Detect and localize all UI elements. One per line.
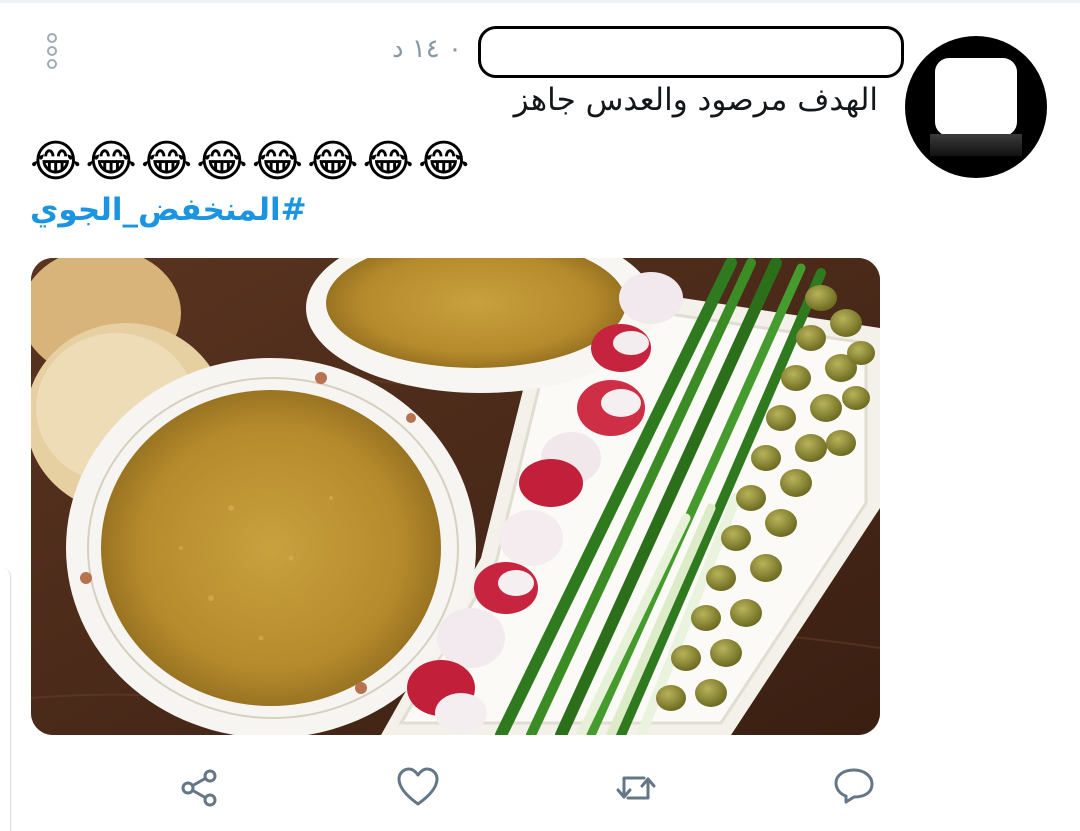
tweet-text: الهدف مرصود والعدس جاهز <box>513 82 878 118</box>
tears-of-joy-emoji: 😂 <box>417 136 470 187</box>
tears-of-joy-emoji: 😂 <box>362 136 414 187</box>
tears-of-joy-emoji: 😂 <box>196 136 248 187</box>
retweet-icon[interactable] <box>614 766 658 810</box>
more-vertical-icon[interactable] <box>42 32 62 72</box>
hashtag-link[interactable]: #المنخفض_الجوي <box>30 192 307 228</box>
tears-of-joy-emoji: 😂 <box>251 136 304 187</box>
top-divider <box>0 0 1080 3</box>
avatar-ledge <box>930 134 1022 156</box>
redacted-username <box>478 26 904 78</box>
tears-of-joy-emoji: 😂 <box>30 136 82 187</box>
tears-of-joy-emoji: 😂 <box>140 136 193 187</box>
avatar-window <box>935 58 1017 136</box>
food-illustration <box>31 258 880 735</box>
reply-icon[interactable] <box>832 766 876 810</box>
share-icon[interactable] <box>178 766 222 810</box>
heart-icon[interactable] <box>396 766 440 810</box>
tweet-timestamp: ٠ ١٤ د <box>392 34 463 64</box>
avatar[interactable] <box>905 36 1047 178</box>
side-panel-edge <box>0 568 11 831</box>
tears-of-joy-emoji: 😂 <box>85 136 137 187</box>
tweet-image[interactable] <box>31 258 880 735</box>
tears-of-joy-emoji: 😂 <box>307 136 359 187</box>
emoji-line: 😂 😂 😂 😂 😂 😂 😂 😂 <box>30 136 469 188</box>
